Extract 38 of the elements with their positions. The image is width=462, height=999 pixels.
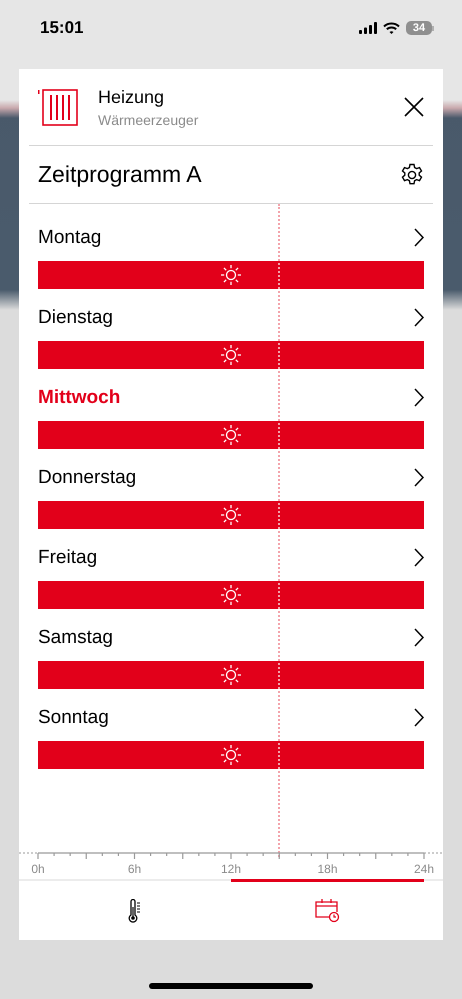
sun-icon bbox=[220, 344, 242, 366]
day-label: Montag bbox=[38, 226, 102, 248]
chevron-right-icon[interactable] bbox=[414, 708, 424, 727]
settings-icon[interactable] bbox=[400, 162, 424, 186]
chevron-right-icon[interactable] bbox=[414, 228, 424, 247]
thermometer-icon bbox=[128, 899, 142, 923]
chevron-right-icon[interactable] bbox=[414, 548, 424, 567]
sun-icon bbox=[220, 664, 242, 686]
device-title: Heizung bbox=[98, 86, 166, 108]
close-icon[interactable] bbox=[404, 97, 424, 117]
axis-label: 18h bbox=[317, 862, 338, 876]
sun-icon bbox=[220, 744, 242, 766]
day-label: Dienstag bbox=[38, 306, 113, 328]
battery-level: 34 bbox=[406, 21, 432, 35]
day-label: Mittwoch bbox=[38, 386, 120, 408]
status-time: 15:01 bbox=[40, 18, 84, 38]
day-label: Donnerstag bbox=[38, 466, 136, 488]
calendar-clock-icon bbox=[315, 899, 340, 923]
radiator-icon bbox=[38, 87, 78, 127]
chevron-right-icon[interactable] bbox=[414, 628, 424, 647]
signal-icon bbox=[359, 22, 377, 34]
device-subtitle: Wärmeerzeuger bbox=[98, 112, 200, 128]
chevron-right-icon[interactable] bbox=[414, 468, 424, 487]
sun-icon bbox=[220, 584, 242, 606]
sun-icon bbox=[220, 424, 242, 446]
wifi-icon bbox=[383, 22, 400, 34]
axis-label: 24h bbox=[414, 862, 434, 876]
axis-label: 12h bbox=[220, 862, 242, 876]
day-label: Samstag bbox=[38, 626, 113, 648]
axis-label: 6h bbox=[128, 862, 142, 876]
sun-icon bbox=[220, 504, 242, 526]
program-title: Zeitprogramm A bbox=[38, 161, 202, 188]
sun-icon bbox=[220, 264, 242, 286]
axis-label: 0h bbox=[31, 862, 45, 876]
chevron-right-icon[interactable] bbox=[414, 388, 424, 407]
day-label: Sonntag bbox=[38, 706, 109, 728]
chevron-right-icon[interactable] bbox=[414, 308, 424, 327]
day-label: Freitag bbox=[38, 546, 98, 568]
